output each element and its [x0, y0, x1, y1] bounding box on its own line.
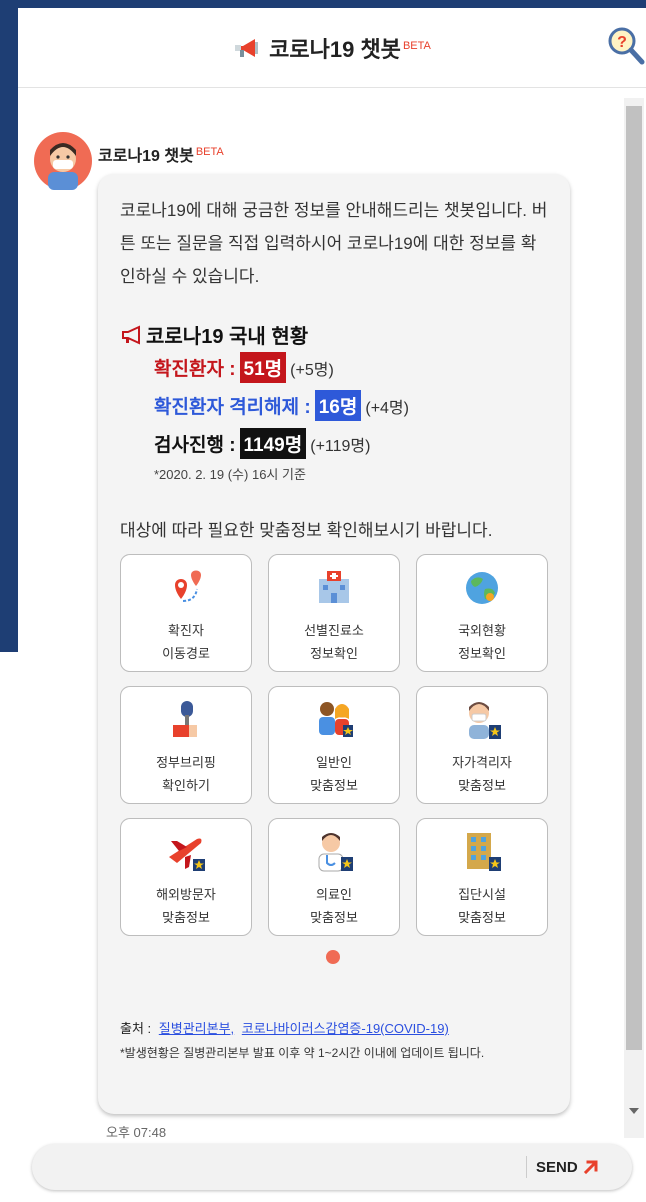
tile-label-line1: 집단시설	[458, 887, 506, 902]
tile-label-line1: 확진자	[168, 623, 204, 638]
confirmed-stat: 확진환자 :51명 (+5명)	[154, 352, 334, 383]
source-link-kcdc[interactable]: 질병관리본부,	[159, 1021, 234, 1036]
send-divider	[526, 1156, 527, 1178]
megaphone-icon	[233, 36, 261, 66]
message-input-bar: SEND	[32, 1144, 632, 1190]
scrollbar-thumb[interactable]	[626, 106, 642, 1050]
source-link-covid19[interactable]: 코로나바이러스감염증-19(COVID-19)	[242, 1021, 449, 1036]
tile-label-line1: 국외현황	[458, 623, 506, 638]
scroll-down-arrow-icon[interactable]	[629, 1108, 639, 1114]
tile-label-line2: 맞춤정보	[310, 910, 358, 925]
released-stat: 확진환자 격리해제 :16명 (+4명)	[154, 390, 409, 421]
testing-label: 검사진행 :	[154, 435, 236, 456]
bot-name: 코로나19 챗봇 BETA	[98, 142, 224, 166]
update-notice: *발생현황은 질병관리본부 발표 이후 약 1~2시간 이내에 업데이트 됩니다…	[120, 1046, 485, 1060]
tile-label-line1: 정부브리핑	[156, 755, 216, 770]
bot-name-text: 코로나19 챗봇	[98, 148, 194, 165]
airplane-icon	[169, 838, 205, 871]
doctor-icon	[318, 833, 353, 872]
page-title: 코로나19 챗봇 BETA	[18, 32, 646, 66]
background-left-band	[0, 0, 18, 652]
chatbot-window: 코로나19 챗봇 BETA ? 코로나19 챗봇 BETA 코로나19에 대해 …	[18, 8, 646, 1202]
tile-label-line2: 확인하기	[162, 778, 210, 793]
tile-label-line1: 의료인	[316, 887, 352, 902]
tile-label-line1: 자가격리자	[452, 755, 512, 770]
arrow-up-right-icon	[583, 1160, 598, 1175]
released-label: 확진환자 격리해제 :	[154, 397, 311, 418]
tile-patient-route[interactable]: 확진자이동경로	[120, 554, 252, 672]
bot-beta-badge: BETA	[195, 145, 224, 158]
confirmed-value: 51명	[239, 352, 287, 383]
tile-gov-briefing[interactable]: 정부브리핑확인하기	[120, 686, 252, 804]
intro-text: 코로나19에 대해 궁금한 정보를 안내해드리는 챗봇입니다. 버튼 또는 질문…	[120, 201, 548, 286]
tile-screening-clinic[interactable]: 선별진료소정보확인	[268, 554, 400, 672]
masked-person-icon	[469, 702, 501, 739]
source-label: 출처 :	[120, 1021, 152, 1036]
source-line: 출처 : 질병관리본부, 코로나바이러스감염증-19(COVID-19)	[120, 1018, 449, 1037]
tile-label-line2: 맞춤정보	[458, 778, 506, 793]
background-top-band	[0, 0, 646, 8]
location-route-icon	[175, 570, 201, 602]
guide-text: 대상에 따라 필요한 맞춤정보 확인해보시기 바랍니다.	[120, 521, 493, 540]
svg-text:?: ?	[617, 34, 627, 51]
released-value: 16명	[314, 390, 362, 421]
globe-icon	[466, 572, 498, 604]
message-timestamp: 오후 07:48	[106, 1125, 167, 1140]
tile-label-line2: 정보확인	[310, 646, 358, 661]
tile-label-line1: 일반인	[316, 755, 352, 770]
tile-overseas-visitor[interactable]: 해외방문자맞춤정보	[120, 818, 252, 936]
clinic-building-icon	[319, 571, 349, 603]
tile-label-line1: 선별진료소	[304, 623, 364, 638]
bot-avatar	[34, 132, 92, 190]
basis-date: *2020. 2. 19 (수) 16시 기준	[154, 467, 306, 482]
confirmed-label: 확진환자 :	[154, 359, 236, 380]
released-delta: (+4명)	[365, 400, 409, 417]
family-icon	[319, 702, 353, 737]
testing-stat: 검사진행 :1149명 (+119명)	[154, 428, 370, 459]
megaphone-icon	[120, 325, 144, 351]
tile-medical-staff[interactable]: 의료인맞춤정보	[268, 818, 400, 936]
chat-area: 코로나19 챗봇 BETA 코로나19에 대해 궁금한 정보를 안내해드리는 챗봇…	[18, 88, 646, 1140]
send-label: SEND	[536, 1158, 578, 1176]
status-title-text: 코로나19 국내 현황	[146, 326, 309, 348]
status-title: 코로나19 국내 현황	[120, 320, 308, 351]
tile-label-line2: 맞춤정보	[162, 910, 210, 925]
carousel-dot[interactable]	[326, 950, 340, 964]
tile-label-line1: 해외방문자	[156, 887, 216, 902]
header-title-text: 코로나19 챗봇	[269, 37, 401, 62]
tile-group-facility[interactable]: 집단시설맞춤정보	[416, 818, 548, 936]
message-input[interactable]	[52, 1152, 522, 1182]
chat-header: 코로나19 챗봇 BETA ?	[18, 8, 646, 88]
bot-message-bubble: 코로나19에 대해 궁금한 정보를 안내해드리는 챗봇입니다. 버튼 또는 질문…	[98, 174, 570, 1114]
beta-badge: BETA	[402, 39, 431, 52]
facility-building-icon	[467, 833, 501, 871]
tile-general-public[interactable]: 일반인맞춤정보	[268, 686, 400, 804]
help-search-icon[interactable]: ?	[606, 24, 646, 68]
microphone-briefing-icon	[173, 701, 197, 737]
tile-label-line2: 정보확인	[458, 646, 506, 661]
send-button[interactable]: SEND	[536, 1152, 600, 1182]
tile-self-quarantine[interactable]: 자가격리자맞춤정보	[416, 686, 548, 804]
confirmed-delta: (+5명)	[290, 362, 334, 379]
tile-label-line2: 이동경로	[162, 646, 210, 661]
testing-delta: (+119명)	[310, 438, 371, 455]
tile-label-line2: 맞춤정보	[458, 910, 506, 925]
testing-value: 1149명	[239, 428, 307, 459]
tile-overseas-status[interactable]: 국외현황정보확인	[416, 554, 548, 672]
tile-label-line2: 맞춤정보	[310, 778, 358, 793]
